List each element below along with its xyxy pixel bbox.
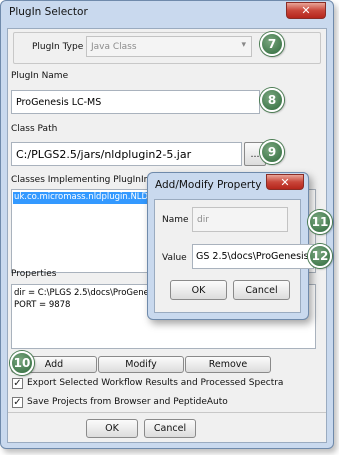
plugin-type-select[interactable]: Java Class ▾ [86, 36, 252, 57]
name-label: Name [162, 215, 189, 225]
list-item[interactable]: uk.co.micromass.nldplugin.NLDPlu [13, 192, 153, 204]
plugin-name-input[interactable]: ProGenesis LC-MS [11, 90, 260, 114]
class-path-value: C:/PLGS2.5/jars/nldplugin2-5.jar [16, 147, 192, 161]
class-path-label: Class Path [11, 124, 58, 134]
callout-badge-10: 10 [10, 351, 34, 375]
name-field[interactable]: dir [192, 207, 288, 232]
ok-label: OK [105, 423, 119, 434]
value-text: GS 2.5\docs\ProGenesis [196, 251, 309, 262]
ok-button[interactable]: OK [86, 419, 138, 438]
dialog-body: Name dir Value GS 2.5\docs\ProGenesis OK… [154, 199, 314, 313]
save-projects-label: Save Projects from Browser and PeptideAu… [27, 397, 228, 407]
close-icon: ✕ [280, 175, 290, 189]
dialog-cancel-button[interactable]: Cancel [233, 280, 290, 300]
callout-badge-12: 12 [308, 244, 332, 268]
callout-badge-8: 8 [260, 88, 284, 112]
modify-label: Modify [125, 359, 157, 370]
modify-button[interactable]: Modify [98, 356, 184, 373]
dialog-ok-button[interactable]: OK [170, 280, 227, 300]
plugin-name-value: ProGenesis LC-MS [16, 96, 102, 108]
chevron-down-icon: ▾ [241, 40, 246, 50]
export-results-label: Export Selected Workflow Results and Pro… [27, 378, 284, 388]
callout-badge-7: 7 [260, 32, 284, 56]
dialog-cancel-label: Cancel [245, 284, 278, 296]
window-title: PlugIn Selector [9, 6, 88, 18]
plugin-type-value: Java Class [91, 41, 137, 52]
value-field[interactable]: GS 2.5\docs\ProGenesis [192, 244, 314, 269]
class-path-input[interactable]: C:/PLGS2.5/jars/nldplugin2-5.jar [11, 142, 242, 166]
remove-label: Remove [208, 359, 248, 370]
cancel-button[interactable]: Cancel [144, 419, 196, 438]
properties-label: Properties [11, 269, 57, 279]
plugin-name-label: PlugIn Name [11, 71, 69, 81]
value-label: Value [162, 253, 187, 263]
footer-divider [8, 412, 326, 413]
export-results-checkbox[interactable]: ✓ [12, 378, 23, 389]
plugin-type-label: PlugIn Type [32, 42, 84, 52]
classes-label: Classes Implementing PlugInImp [11, 175, 159, 185]
add-label: Add [44, 359, 64, 370]
callout-badge-11: 11 [308, 210, 332, 234]
save-projects-checkbox[interactable]: ✓ [12, 397, 23, 408]
callout-badge-9: 9 [260, 140, 284, 164]
dialog-close-button[interactable]: ✕ [266, 174, 304, 190]
dialog-title: Add/Modify Property [155, 179, 262, 191]
name-value: dir [197, 214, 209, 225]
dialog-ok-label: OK [191, 284, 206, 296]
close-icon: ✕ [301, 4, 311, 17]
close-button[interactable]: ✕ [286, 2, 326, 19]
remove-button[interactable]: Remove [185, 356, 271, 373]
title-bar: PlugIn Selector ✕ [1, 1, 333, 27]
browse-label: ... [250, 148, 260, 160]
add-modify-property-dialog: Add/Modify Property ✕ Name dir Value GS … [147, 172, 314, 320]
cancel-label: Cancel [153, 423, 187, 434]
